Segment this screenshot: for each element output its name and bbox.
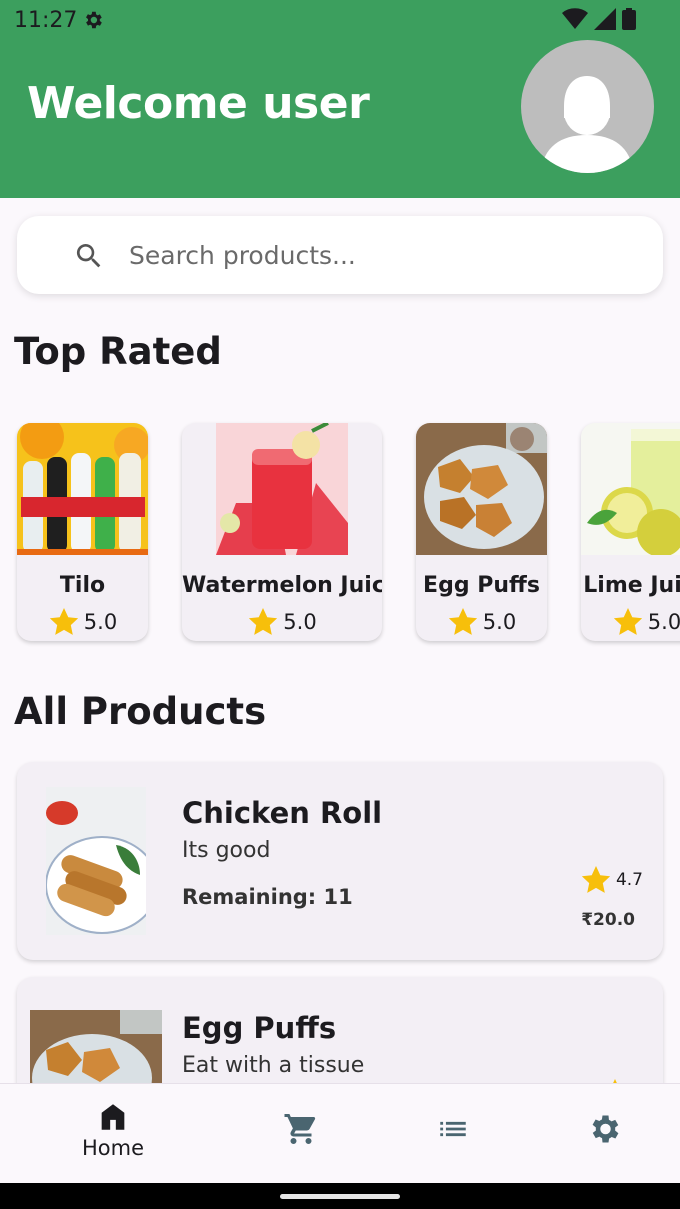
top-rated-name: Tilo bbox=[59, 573, 106, 598]
product-name: Egg Puffs bbox=[182, 1011, 337, 1045]
watermelon-juice-image bbox=[216, 423, 348, 555]
list-icon bbox=[440, 1121, 466, 1137]
top-rated-rating: 5.0 bbox=[416, 606, 547, 638]
search-icon bbox=[73, 240, 105, 277]
gear-icon bbox=[592, 1115, 619, 1143]
rating-value: 4.7 bbox=[615, 870, 643, 890]
cart-icon bbox=[284, 1114, 316, 1144]
top-rated-heading: Top Rated bbox=[14, 330, 222, 373]
battery-icon bbox=[622, 8, 636, 35]
product-card-chicken-roll[interactable]: Chicken Roll Its good Remaining: 11 4.7 … bbox=[17, 762, 663, 960]
top-rated-name: Watermelon Juice bbox=[182, 573, 382, 598]
star-icon bbox=[581, 866, 611, 893]
home-icon bbox=[101, 1104, 125, 1130]
product-name: Chicken Roll bbox=[182, 796, 383, 830]
product-description: Eat with a tissue bbox=[182, 1053, 365, 1078]
signal-icon bbox=[594, 8, 616, 35]
product-rating: 4.7 bbox=[580, 864, 643, 896]
rating-value: 5.0 bbox=[482, 610, 517, 634]
search-bar[interactable] bbox=[17, 216, 663, 294]
nav-orders[interactable] bbox=[368, 1084, 538, 1184]
product-description: Its good bbox=[182, 838, 271, 863]
status-settings-icon bbox=[82, 9, 104, 36]
bottom-navigation: Home bbox=[0, 1083, 680, 1183]
top-rated-rating: 5.0 bbox=[581, 606, 680, 638]
welcome-title: Welcome user bbox=[27, 78, 370, 129]
app-header: 11:27 Welcome user bbox=[0, 0, 680, 198]
star-icon bbox=[448, 608, 477, 635]
top-rated-name: Egg Puffs bbox=[423, 573, 540, 598]
gesture-handle[interactable] bbox=[280, 1194, 400, 1199]
tilo-bottles-image bbox=[17, 423, 148, 555]
top-rated-rating: 5.0 bbox=[182, 606, 382, 638]
product-remaining: Remaining: 11 bbox=[182, 885, 353, 909]
top-rated-card-lime-juice[interactable]: Lime Juice 5.0 bbox=[581, 423, 680, 641]
lime-juice-image bbox=[581, 423, 680, 555]
user-placeholder-icon bbox=[540, 76, 634, 173]
egg-puffs-image bbox=[416, 423, 547, 555]
nav-cart[interactable] bbox=[216, 1084, 386, 1184]
rating-value: 5.0 bbox=[647, 610, 680, 634]
top-rated-card-watermelon-juice[interactable]: Watermelon Juice 5.0 bbox=[182, 423, 382, 641]
top-rated-name: Lime Juice bbox=[583, 573, 680, 598]
rating-value: 5.0 bbox=[83, 610, 118, 634]
all-products-heading: All Products bbox=[14, 690, 267, 733]
avatar[interactable] bbox=[521, 40, 654, 173]
star-icon bbox=[249, 608, 278, 635]
rating-value: 5.0 bbox=[283, 610, 317, 634]
nav-home[interactable]: Home bbox=[28, 1084, 198, 1184]
search-input[interactable] bbox=[129, 238, 629, 272]
star-icon bbox=[613, 608, 642, 635]
top-rated-rating: 5.0 bbox=[17, 606, 148, 638]
system-navigation-bar bbox=[0, 1183, 680, 1209]
nav-settings[interactable] bbox=[519, 1084, 680, 1184]
star-icon bbox=[49, 608, 78, 635]
top-rated-card-tilo[interactable]: Tilo 5.0 bbox=[17, 423, 148, 641]
top-rated-card-egg-puffs[interactable]: Egg Puffs 5.0 bbox=[416, 423, 547, 641]
wifi-icon bbox=[562, 8, 588, 35]
chicken-roll-image bbox=[46, 787, 146, 935]
status-bar: 11:27 bbox=[0, 0, 680, 40]
nav-home-label: Home bbox=[81, 1136, 144, 1160]
product-price: ₹20.0 bbox=[581, 910, 635, 930]
status-time: 11:27 bbox=[14, 8, 78, 33]
